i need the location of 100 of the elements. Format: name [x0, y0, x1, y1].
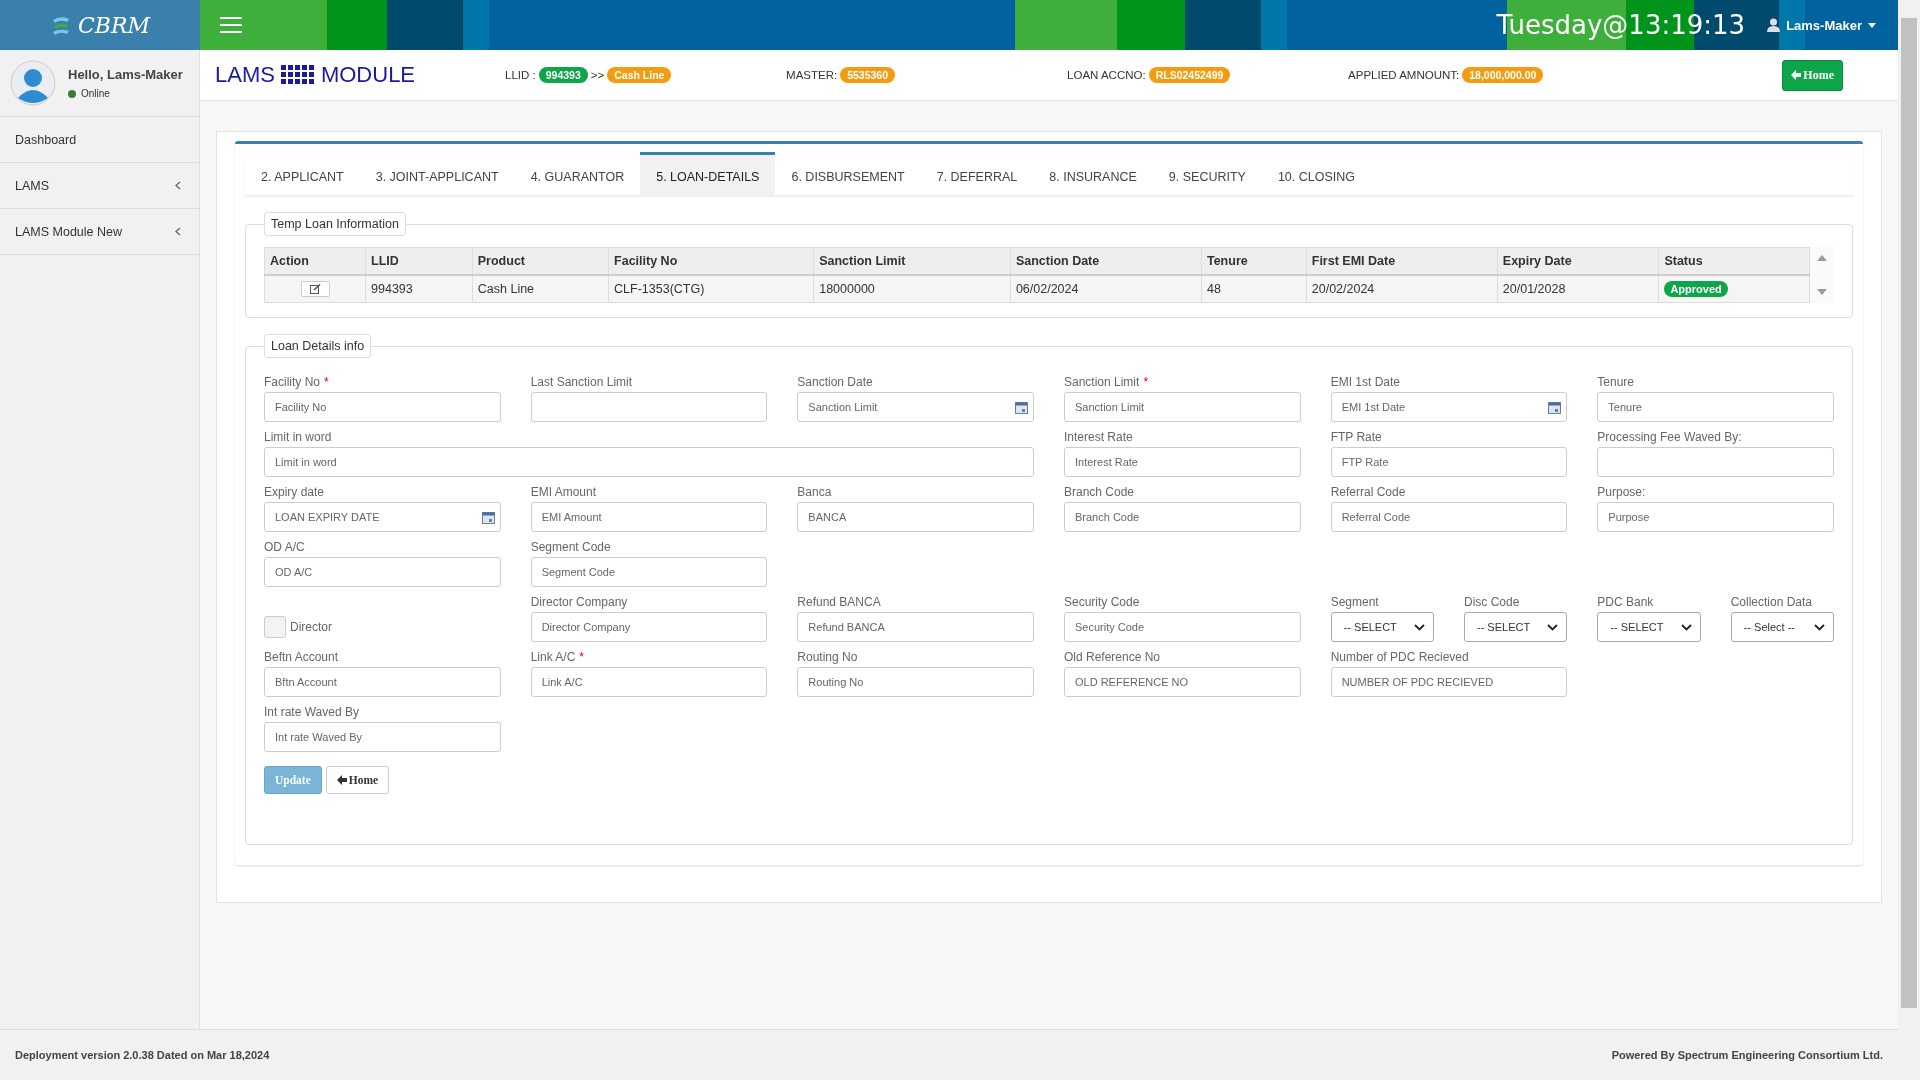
column-header: Expiry Date — [1497, 247, 1659, 275]
edit-button[interactable] — [300, 281, 330, 297]
checkbox[interactable] — [264, 616, 286, 638]
sidebar-item[interactable]: LAMS — [0, 163, 199, 209]
input-field[interactable]: Referral Code — [1330, 502, 1568, 532]
field-label: Branch Code — [1064, 485, 1135, 499]
input-field[interactable]: Security Code — [1064, 612, 1301, 642]
select-field[interactable]: -- SELECT — [1330, 612, 1434, 642]
date-field[interactable]: EMI 1st Date — [1330, 392, 1568, 422]
table-cell: 48 — [1201, 275, 1307, 303]
table-cell: 06/02/2024 — [1010, 275, 1202, 303]
calendar-icon[interactable] — [1548, 401, 1562, 414]
field-label: Director Company — [530, 595, 628, 609]
select-field[interactable]: -- SELECT — [1464, 612, 1568, 642]
status-text: Online — [81, 88, 110, 99]
field-label: Security Code — [1064, 595, 1140, 609]
field-label: Limit in word — [264, 430, 332, 444]
input-field[interactable]: Purpose — [1597, 502, 1834, 532]
greeting: Hello, Lams-Maker — [68, 67, 183, 82]
input-field[interactable]: NUMBER OF PDC RECIEVED — [1330, 667, 1568, 697]
header-label: LOAN ACCNO: — [1067, 69, 1146, 81]
table-scrollbar[interactable] — [1810, 247, 1834, 303]
column-header: Action — [264, 247, 366, 275]
tab[interactable]: 7. DEFERRAL — [920, 152, 1034, 195]
tab[interactable]: 3. JOINT-APPLICANT — [359, 152, 515, 195]
input-field[interactable]: Int rate Waved By — [264, 722, 501, 752]
input-field[interactable]: Limit in word — [264, 447, 1034, 477]
calendar-icon[interactable] — [1015, 401, 1028, 414]
table-cell: Cash Line — [472, 275, 609, 303]
field-label: Refund BANCA — [797, 595, 881, 609]
edit-icon — [309, 284, 321, 294]
sidebar-item[interactable]: LAMS Module New — [0, 209, 199, 255]
column-header: Status — [1658, 247, 1810, 275]
tab[interactable]: 9. SECURITY — [1152, 152, 1262, 195]
tab[interactable]: 8. INSURANCE — [1033, 152, 1153, 195]
input-field[interactable]: FTP Rate — [1330, 447, 1568, 477]
date-field[interactable]: LOAN EXPIRY DATE — [264, 502, 501, 532]
required-marker: * — [579, 650, 585, 664]
arrow-left-icon — [1791, 70, 1802, 80]
calendar-icon[interactable] — [481, 511, 495, 524]
input-field[interactable] — [1597, 447, 1834, 477]
user-menu[interactable]: Lams-Maker — [1761, 16, 1882, 34]
table-cell: 20/02/2024 — [1306, 275, 1498, 303]
checkbox-label: Director — [290, 620, 332, 634]
table-cell: 20/01/2028 — [1497, 275, 1659, 303]
scroll-up-icon[interactable] — [1817, 255, 1827, 261]
field-label: Disc Code — [1464, 595, 1521, 609]
column-header: Product — [472, 247, 609, 275]
input-field[interactable]: Tenure — [1597, 392, 1834, 422]
status-dot — [68, 89, 76, 98]
chevron-down-icon — [1814, 623, 1825, 631]
home-button[interactable]: Home — [325, 766, 390, 794]
value-badge: 18,000,000.00 — [1462, 67, 1544, 83]
input-field[interactable] — [530, 392, 768, 422]
field-label: Tenure — [1597, 375, 1635, 389]
value-badge: RLS02452499 — [1148, 67, 1231, 83]
column-header: Sanction Limit — [813, 247, 1011, 275]
input-field[interactable]: Branch Code — [1064, 502, 1301, 532]
scroll-down-icon[interactable] — [1817, 289, 1827, 295]
table-cell: CLF-1353(CTG) — [608, 275, 814, 303]
user-icon — [1767, 18, 1781, 32]
field-label: Expiry date — [264, 485, 325, 499]
field-label: Processing Fee Waved By: — [1597, 430, 1742, 444]
field-label: Int rate Waved By — [264, 705, 359, 719]
tab[interactable]: 4. GUARANTOR — [514, 152, 641, 195]
input-field[interactable]: Sanction Limit — [1064, 392, 1301, 422]
tab[interactable]: 10. CLOSING — [1261, 152, 1372, 195]
grid-icon — [280, 65, 315, 85]
section-legend: Temp Loan Information — [264, 212, 406, 236]
input-field[interactable]: Director Company — [530, 612, 768, 642]
input-field[interactable]: Facility No — [264, 392, 501, 422]
module-title: MODULE — [320, 62, 416, 88]
page-scrollbar[interactable] — [1898, 0, 1920, 1080]
chevron-down-icon — [1680, 623, 1692, 631]
tab[interactable]: 6. DISBURSEMENT — [775, 152, 921, 195]
input-field[interactable]: OLD REFERENCE NO — [1064, 667, 1301, 697]
sidebar-item[interactable]: Dashboard — [0, 117, 199, 163]
status-badge: Approved — [1664, 281, 1728, 297]
select-field[interactable]: -- SELECT — [1597, 612, 1701, 642]
input-field[interactable]: EMI Amount — [530, 502, 768, 532]
input-field[interactable]: Routing No — [797, 667, 1034, 697]
input-field[interactable]: OD A/C — [264, 557, 501, 587]
input-field[interactable]: Refund BANCA — [797, 612, 1034, 642]
date-field[interactable]: Sanction Limit — [797, 392, 1034, 422]
field-label: Last Sanction Limit — [530, 375, 633, 389]
input-field[interactable]: Link A/C — [530, 667, 768, 697]
field-label: Interest Rate — [1064, 430, 1133, 444]
field-label: Banca — [797, 485, 832, 499]
avatar-icon — [10, 60, 56, 106]
field-label: Purpose: — [1597, 485, 1646, 499]
input-field[interactable]: Bftn Account — [264, 667, 501, 697]
field-label: EMI 1st Date — [1330, 375, 1400, 389]
input-field[interactable]: Interest Rate — [1064, 447, 1301, 477]
tab[interactable]: 5. LOAN-DETAILS — [640, 152, 776, 195]
separator-text: >> — [590, 69, 605, 81]
tab[interactable]: 2. APPLICANT — [245, 152, 360, 195]
input-field[interactable]: BANCA — [797, 502, 1034, 532]
select-field[interactable]: -- Select -- — [1730, 612, 1834, 642]
section-legend: Loan Details info — [264, 334, 372, 358]
input-field[interactable]: Segment Code — [530, 557, 768, 587]
